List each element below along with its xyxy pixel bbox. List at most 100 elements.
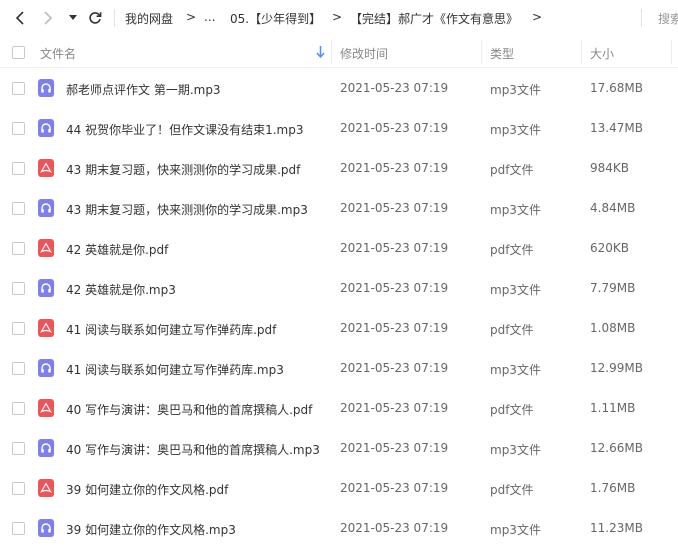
file-row[interactable]: 43 期末复习题，快来测测你的学习成果.mp3 2021-05-23 07:19 m… bbox=[0, 188, 678, 228]
pdf-icon bbox=[38, 159, 54, 177]
file-row[interactable]: 郝老师点评作文 第一期.mp3 2021-05-23 07:19 mp3文件 17.6… bbox=[0, 68, 678, 108]
file-name[interactable]: 40 写作与演讲：奥巴马和他的首席撰稿人.mp3 bbox=[66, 441, 320, 458]
row-checkbox[interactable] bbox=[12, 162, 25, 175]
file-name[interactable]: 郝老师点评作文 第一期.mp3 bbox=[66, 81, 221, 98]
file-size: 1.76MB bbox=[590, 481, 636, 495]
file-row[interactable]: 40 写作与演讲：奥巴马和他的首席撰稿人.pdf 2021-05-23 07:19… bbox=[0, 388, 678, 428]
headphones-icon bbox=[38, 119, 54, 137]
history-dropdown-button[interactable] bbox=[66, 6, 80, 30]
forward-button[interactable] bbox=[38, 6, 58, 30]
file-row[interactable]: 42 英雄就是你.pdf 2021-05-23 07:19 pdf文件 620KB bbox=[0, 228, 678, 268]
file-modified-time: 2021-05-23 07:19 bbox=[340, 121, 449, 135]
file-size: 7.79MB bbox=[590, 281, 636, 295]
breadcrumb-ellipsis[interactable]: ... bbox=[204, 10, 215, 24]
file-size: 1.08MB bbox=[590, 321, 636, 335]
column-divider[interactable] bbox=[331, 40, 332, 64]
file-name[interactable]: 43 期末复习题，快来测测你的学习成果.mp3 bbox=[66, 201, 308, 218]
column-header-size[interactable]: 大小 bbox=[590, 45, 614, 62]
row-checkbox[interactable] bbox=[12, 282, 25, 295]
file-modified-time: 2021-05-23 07:19 bbox=[340, 521, 449, 535]
row-checkbox[interactable] bbox=[12, 202, 25, 215]
file-size: 620KB bbox=[590, 241, 630, 255]
breadcrumb-separator-icon: > bbox=[186, 10, 197, 24]
sort-arrow-down-icon[interactable] bbox=[316, 46, 325, 58]
file-row[interactable]: 44 祝贺你毕业了！但作文课没有结束1.mp3 2021-05-23 07:19 m… bbox=[0, 108, 678, 148]
row-checkbox[interactable] bbox=[12, 482, 25, 495]
file-modified-time: 2021-05-23 07:19 bbox=[340, 401, 449, 415]
select-all-checkbox[interactable] bbox=[12, 46, 25, 59]
row-checkbox[interactable] bbox=[12, 122, 25, 135]
breadcrumb-folder-current[interactable]: 【完结】郝广才《作文有意思》 bbox=[350, 10, 518, 27]
file-row[interactable]: 39 如何建立你的作文风格.mp3 2021-05-23 07:19 mp3文件 11… bbox=[0, 508, 678, 548]
headphones-icon bbox=[38, 439, 54, 457]
file-name[interactable]: 41 阅读与联系如何建立写作弹药库.mp3 bbox=[66, 361, 284, 378]
breadcrumb-folder-shaonian[interactable]: 05.【少年得到】 bbox=[230, 10, 321, 27]
file-row[interactable]: 41 阅读与联系如何建立写作弹药库.mp3 2021-05-23 07:19 mp3… bbox=[0, 348, 678, 388]
column-divider[interactable] bbox=[581, 40, 582, 64]
file-size: 13.47MB bbox=[590, 121, 643, 135]
file-type: pdf文件 bbox=[490, 403, 534, 417]
row-checkbox[interactable] bbox=[12, 362, 25, 375]
headphones-icon bbox=[38, 359, 54, 377]
breadcrumb-separator-icon: > bbox=[332, 10, 343, 24]
file-size: 1.11MB bbox=[590, 401, 636, 415]
row-checkbox[interactable] bbox=[12, 242, 25, 255]
headphones-icon bbox=[38, 279, 54, 297]
file-modified-time: 2021-05-23 07:19 bbox=[340, 281, 449, 295]
file-list-header: 文件名 修改时间 类型 大小 bbox=[0, 36, 678, 68]
back-button[interactable] bbox=[10, 6, 30, 30]
file-name[interactable]: 40 写作与演讲：奥巴马和他的首席撰稿人.pdf bbox=[66, 401, 312, 418]
column-header-modified[interactable]: 修改时间 bbox=[340, 45, 388, 62]
file-row[interactable]: 43 期末复习题，快来测测你的学习成果.pdf 2021-05-23 07:19 p… bbox=[0, 148, 678, 188]
search-input[interactable]: 搜索 bbox=[658, 10, 678, 27]
row-checkbox[interactable] bbox=[12, 82, 25, 95]
headphones-icon bbox=[38, 79, 54, 97]
file-name[interactable]: 41 阅读与联系如何建立写作弹药库.pdf bbox=[66, 321, 276, 338]
file-type: mp3文件 bbox=[490, 363, 541, 377]
file-name[interactable]: 44 祝贺你毕业了！但作文课没有结束1.mp3 bbox=[66, 121, 303, 138]
file-size: 11.23MB bbox=[590, 521, 643, 535]
file-type: pdf文件 bbox=[490, 323, 534, 337]
file-row[interactable]: 41 阅读与联系如何建立写作弹药库.pdf 2021-05-23 07:19 pdf… bbox=[0, 308, 678, 348]
file-name[interactable]: 42 英雄就是你.pdf bbox=[66, 241, 168, 258]
pdf-icon bbox=[38, 239, 54, 257]
column-divider[interactable] bbox=[671, 40, 672, 64]
column-divider[interactable] bbox=[481, 40, 482, 64]
column-header-name[interactable]: 文件名 bbox=[40, 45, 76, 62]
file-size: 12.99MB bbox=[590, 361, 643, 375]
pdf-icon bbox=[38, 319, 54, 337]
file-modified-time: 2021-05-23 07:19 bbox=[340, 81, 449, 95]
file-modified-time: 2021-05-23 07:19 bbox=[340, 481, 449, 495]
file-size: 984KB bbox=[590, 161, 630, 175]
file-type: mp3文件 bbox=[490, 283, 541, 297]
row-checkbox[interactable] bbox=[12, 522, 25, 535]
row-checkbox[interactable] bbox=[12, 402, 25, 415]
file-row[interactable]: 42 英雄就是你.mp3 2021-05-23 07:19 mp3文件 7.79MB bbox=[0, 268, 678, 308]
row-checkbox[interactable] bbox=[12, 442, 25, 455]
file-name[interactable]: 43 期末复习题，快来测测你的学习成果.pdf bbox=[66, 161, 300, 178]
chevron-left-icon bbox=[15, 11, 24, 25]
file-type: mp3文件 bbox=[490, 523, 541, 537]
toolbar-divider bbox=[114, 9, 115, 27]
refresh-button[interactable] bbox=[86, 6, 104, 30]
file-name[interactable]: 42 英雄就是你.mp3 bbox=[66, 281, 176, 298]
file-type: mp3文件 bbox=[490, 83, 541, 97]
breadcrumb-my-drive[interactable]: 我的网盘 bbox=[125, 10, 173, 27]
refresh-icon bbox=[89, 12, 102, 24]
file-modified-time: 2021-05-23 07:19 bbox=[340, 361, 449, 375]
caret-down-icon bbox=[69, 15, 77, 20]
headphones-icon bbox=[38, 519, 54, 537]
row-checkbox[interactable] bbox=[12, 322, 25, 335]
column-header-type[interactable]: 类型 bbox=[490, 45, 514, 62]
file-name[interactable]: 39 如何建立你的作文风格.pdf bbox=[66, 481, 228, 498]
file-name[interactable]: 39 如何建立你的作文风格.mp3 bbox=[66, 521, 236, 538]
file-modified-time: 2021-05-23 07:19 bbox=[340, 161, 449, 175]
pdf-icon bbox=[38, 479, 54, 497]
search-divider bbox=[641, 9, 642, 27]
file-row[interactable]: 40 写作与演讲：奥巴马和他的首席撰稿人.mp3 2021-05-23 07:19… bbox=[0, 428, 678, 468]
file-modified-time: 2021-05-23 07:19 bbox=[340, 201, 449, 215]
file-size: 4.84MB bbox=[590, 201, 636, 215]
file-type: pdf文件 bbox=[490, 163, 534, 177]
file-row[interactable]: 39 如何建立你的作文风格.pdf 2021-05-23 07:19 pdf文件 1.… bbox=[0, 468, 678, 508]
headphones-icon bbox=[38, 199, 54, 217]
